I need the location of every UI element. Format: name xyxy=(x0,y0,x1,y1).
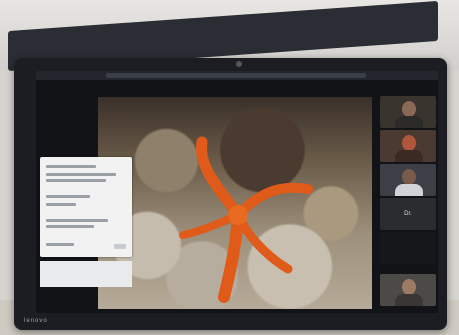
chat-line xyxy=(46,225,94,228)
starfish-arm-4 xyxy=(218,209,244,303)
starfish-arm-1 xyxy=(196,136,244,221)
chat-line xyxy=(46,219,108,222)
address-bar[interactable] xyxy=(106,73,366,78)
laptop: lenovo Dr. xyxy=(14,58,447,330)
participant-thumbnail[interactable] xyxy=(380,164,436,196)
participant-thumbnail-empty[interactable] xyxy=(380,232,436,264)
chat-line xyxy=(46,203,76,206)
participant-thumbnail[interactable] xyxy=(380,274,436,306)
chat-line xyxy=(46,165,96,168)
chat-line xyxy=(46,195,90,198)
participant-body xyxy=(395,150,423,162)
chat-send-button[interactable] xyxy=(114,244,126,249)
starfish-arm-2 xyxy=(233,182,313,220)
laptop-screen: Dr. xyxy=(36,71,438,313)
participant-thumbnail[interactable] xyxy=(380,130,436,162)
shared-video xyxy=(98,97,372,309)
participant-face xyxy=(402,279,416,295)
participant-thumbnails: Dr. xyxy=(380,96,436,310)
participant-face xyxy=(402,135,416,151)
photo-scene: lenovo Dr. xyxy=(0,0,459,335)
browser-toolbar xyxy=(36,71,438,80)
participant-face xyxy=(402,101,416,117)
participant-thumbnail[interactable]: Dr. xyxy=(380,198,436,230)
chat-line xyxy=(46,173,116,176)
orange-starfish xyxy=(179,136,313,303)
participant-face xyxy=(402,169,416,185)
chat-input-area[interactable] xyxy=(40,261,132,287)
webcam xyxy=(236,61,242,67)
chat-line xyxy=(46,179,106,182)
participant-body xyxy=(395,116,423,128)
laptop-logo: lenovo xyxy=(24,318,48,324)
chat-panel xyxy=(40,157,132,287)
participant-body xyxy=(395,294,423,306)
starfish-center xyxy=(228,205,248,225)
participant-body xyxy=(395,184,423,196)
chat-line xyxy=(46,243,74,246)
starfish-arm-3 xyxy=(233,210,293,274)
participant-name-label: Dr. xyxy=(404,211,412,217)
participant-thumbnail[interactable] xyxy=(380,96,436,128)
